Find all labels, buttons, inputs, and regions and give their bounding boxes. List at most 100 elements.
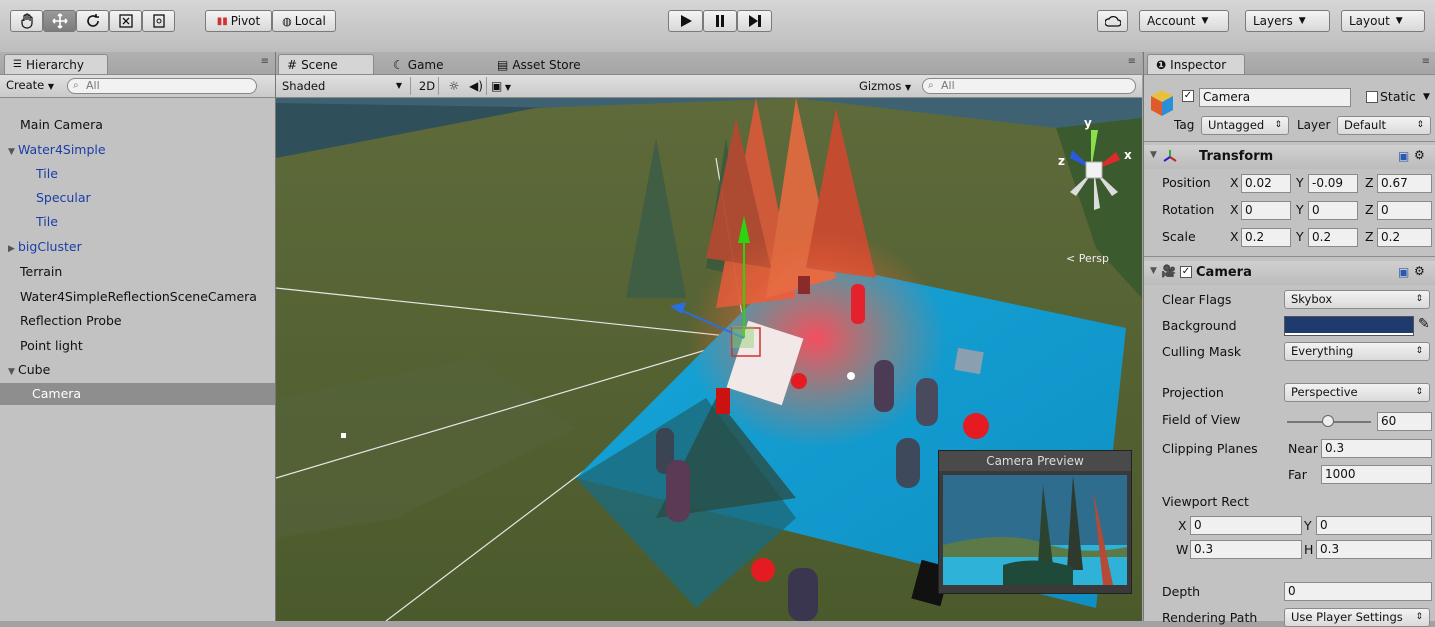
fov-field[interactable]: 60 bbox=[1377, 412, 1432, 431]
inspector-tab-label: Inspector bbox=[1170, 57, 1227, 72]
fold-open-icon[interactable]: ▼ bbox=[8, 141, 18, 163]
account-dropdown[interactable]: Account ▼ bbox=[1139, 10, 1229, 32]
chevron-down-icon[interactable]: ▼ bbox=[1423, 92, 1430, 102]
hand-tool-button[interactable] bbox=[10, 10, 43, 32]
far-field[interactable]: 1000 bbox=[1321, 465, 1432, 484]
scale-z-field[interactable]: 0.2 bbox=[1377, 228, 1432, 247]
pause-button[interactable] bbox=[703, 10, 737, 32]
list-item[interactable]: Specular bbox=[0, 187, 275, 209]
active-checkbox[interactable]: ✓ bbox=[1182, 90, 1194, 102]
hierarchy-search-input[interactable]: ⌕ All bbox=[67, 78, 257, 94]
depth-field[interactable]: 0 bbox=[1284, 582, 1432, 601]
static-checkbox[interactable] bbox=[1366, 91, 1378, 103]
rotation-y-field[interactable]: 0 bbox=[1308, 201, 1358, 220]
rect-tool-icon bbox=[152, 14, 165, 28]
viewport-h-field[interactable]: 0.3 bbox=[1316, 540, 1432, 559]
panel-menu-icon[interactable]: ≡ bbox=[1422, 56, 1430, 67]
tab-game[interactable]: ☾ Game bbox=[384, 54, 474, 74]
audio-toggle[interactable]: ◀) bbox=[466, 77, 487, 95]
culling-mask-dropdown[interactable]: Everything ⇕ bbox=[1284, 342, 1430, 361]
fold-closed-icon[interactable]: ▶ bbox=[8, 238, 18, 260]
gizmos-dropdown[interactable]: Gizmos ▼ bbox=[859, 77, 915, 95]
list-item[interactable]: ▼ Cube bbox=[0, 359, 275, 381]
panel-menu-icon[interactable]: ≡ bbox=[261, 56, 269, 67]
list-item[interactable]: Tile bbox=[0, 211, 275, 233]
scale-y-field[interactable]: 0.2 bbox=[1308, 228, 1358, 247]
list-item[interactable]: Terrain bbox=[0, 261, 275, 283]
list-item[interactable]: ▼ Water4Simple bbox=[0, 139, 275, 161]
viewport-w-field[interactable]: 0.3 bbox=[1190, 540, 1302, 559]
clear-flags-dropdown[interactable]: Skybox ⇕ bbox=[1284, 290, 1430, 309]
fold-open-icon[interactable]: ▼ bbox=[1150, 150, 1157, 160]
rect-tool-button[interactable] bbox=[142, 10, 175, 32]
pivot-toggle[interactable]: ▮▮ Pivot bbox=[205, 10, 272, 32]
list-item[interactable]: Main Camera bbox=[0, 114, 275, 136]
rotation-z-field[interactable]: 0 bbox=[1377, 201, 1432, 220]
list-item-selected[interactable]: Camera bbox=[0, 383, 275, 405]
fold-open-icon[interactable]: ▼ bbox=[8, 361, 18, 383]
position-y-field[interactable]: -0.09 bbox=[1308, 174, 1358, 193]
near-field[interactable]: 0.3 bbox=[1321, 439, 1432, 458]
scene-viewport[interactable]: y x z < Persp Camera Preview bbox=[276, 98, 1142, 621]
tab-scene[interactable]: # Scene bbox=[278, 54, 374, 74]
effects-dropdown[interactable]: ▣ ▼ bbox=[491, 77, 521, 95]
rotation-x-field[interactable]: 0 bbox=[1241, 201, 1291, 220]
list-item[interactable]: ▶ bigCluster bbox=[0, 236, 275, 258]
tab-asset-store[interactable]: ▤ Asset Store bbox=[488, 54, 608, 74]
transform-header[interactable]: ▼ Transform ▣ ⚙ bbox=[1144, 145, 1435, 169]
value: 60 bbox=[1381, 414, 1397, 428]
create-dropdown[interactable]: Create ▼ bbox=[6, 78, 54, 92]
depth-label: Depth bbox=[1162, 584, 1201, 599]
cloud-icon bbox=[1104, 15, 1121, 27]
list-item[interactable]: Tile bbox=[0, 163, 275, 185]
tab-inspector[interactable]: ❶ Inspector bbox=[1147, 54, 1245, 74]
layers-dropdown[interactable]: Layers ▼ bbox=[1245, 10, 1330, 32]
gear-icon[interactable]: ⚙ bbox=[1414, 148, 1425, 162]
eyedropper-icon[interactable]: ✎ bbox=[1418, 316, 1430, 332]
help-book-icon[interactable]: ▣ bbox=[1398, 149, 1409, 163]
rotation-label: Rotation bbox=[1162, 202, 1215, 217]
scale-x-field[interactable]: 0.2 bbox=[1241, 228, 1291, 247]
value: Use Player Settings bbox=[1291, 610, 1403, 624]
list-item[interactable]: Point light bbox=[0, 335, 275, 357]
move-tool-button[interactable] bbox=[43, 10, 76, 32]
fov-slider-thumb[interactable] bbox=[1322, 415, 1334, 427]
rotate-tool-button[interactable] bbox=[76, 10, 109, 32]
fold-open-icon[interactable]: ▼ bbox=[1150, 266, 1157, 276]
scene-search-input[interactable]: ⌕ All bbox=[922, 78, 1136, 94]
value: 0 bbox=[1288, 584, 1296, 598]
viewport-x-field[interactable]: 0 bbox=[1190, 516, 1302, 535]
rendering-path-dropdown[interactable]: Use Player Settings ⇕ bbox=[1284, 608, 1430, 627]
position-x-field[interactable]: 0.02 bbox=[1241, 174, 1291, 193]
tab-hierarchy[interactable]: ☰ Hierarchy bbox=[4, 54, 108, 74]
position-z-field[interactable]: 0.67 bbox=[1377, 174, 1432, 193]
value: 0.2 bbox=[1245, 230, 1265, 244]
layout-dropdown[interactable]: Layout ▼ bbox=[1341, 10, 1425, 32]
cloud-button[interactable] bbox=[1097, 10, 1128, 32]
scale-tool-button[interactable] bbox=[109, 10, 142, 32]
viewport-y-field[interactable]: 0 bbox=[1316, 516, 1432, 535]
projection-dropdown[interactable]: Perspective ⇕ bbox=[1284, 383, 1430, 402]
search-icon: ⌕ bbox=[73, 80, 79, 91]
2d-toggle[interactable]: 2D bbox=[416, 77, 439, 95]
layer-dropdown[interactable]: Default ⇕ bbox=[1337, 116, 1431, 135]
lighting-toggle[interactable]: ☼ bbox=[444, 77, 464, 95]
background-color-swatch[interactable] bbox=[1284, 316, 1414, 336]
help-book-icon[interactable]: ▣ bbox=[1398, 265, 1409, 279]
camera-component-header[interactable]: ▼ 🎥 ✓ Camera ▣ ⚙ bbox=[1144, 261, 1435, 285]
list-item[interactable]: Reflection Probe bbox=[0, 310, 275, 332]
value: 0 bbox=[1320, 518, 1328, 532]
panel-menu-icon[interactable]: ≡ bbox=[1128, 56, 1136, 67]
play-button[interactable] bbox=[668, 10, 703, 32]
step-button[interactable] bbox=[737, 10, 772, 32]
object-name-field[interactable]: Camera bbox=[1199, 88, 1351, 107]
local-toggle[interactable]: ◍ Local bbox=[272, 10, 336, 32]
list-item[interactable]: Water4SimpleReflectionSceneCamera bbox=[0, 286, 275, 308]
shading-mode-dropdown[interactable]: Shaded ▼ bbox=[282, 77, 411, 95]
camera-enabled-checkbox[interactable]: ✓ bbox=[1180, 266, 1192, 278]
tag-dropdown[interactable]: Untagged ⇕ bbox=[1201, 116, 1289, 135]
projection-label[interactable]: < Persp bbox=[1066, 252, 1109, 265]
gear-icon[interactable]: ⚙ bbox=[1414, 264, 1425, 278]
orientation-gizmo[interactable] bbox=[1056, 112, 1136, 232]
value: 0.2 bbox=[1381, 230, 1401, 244]
